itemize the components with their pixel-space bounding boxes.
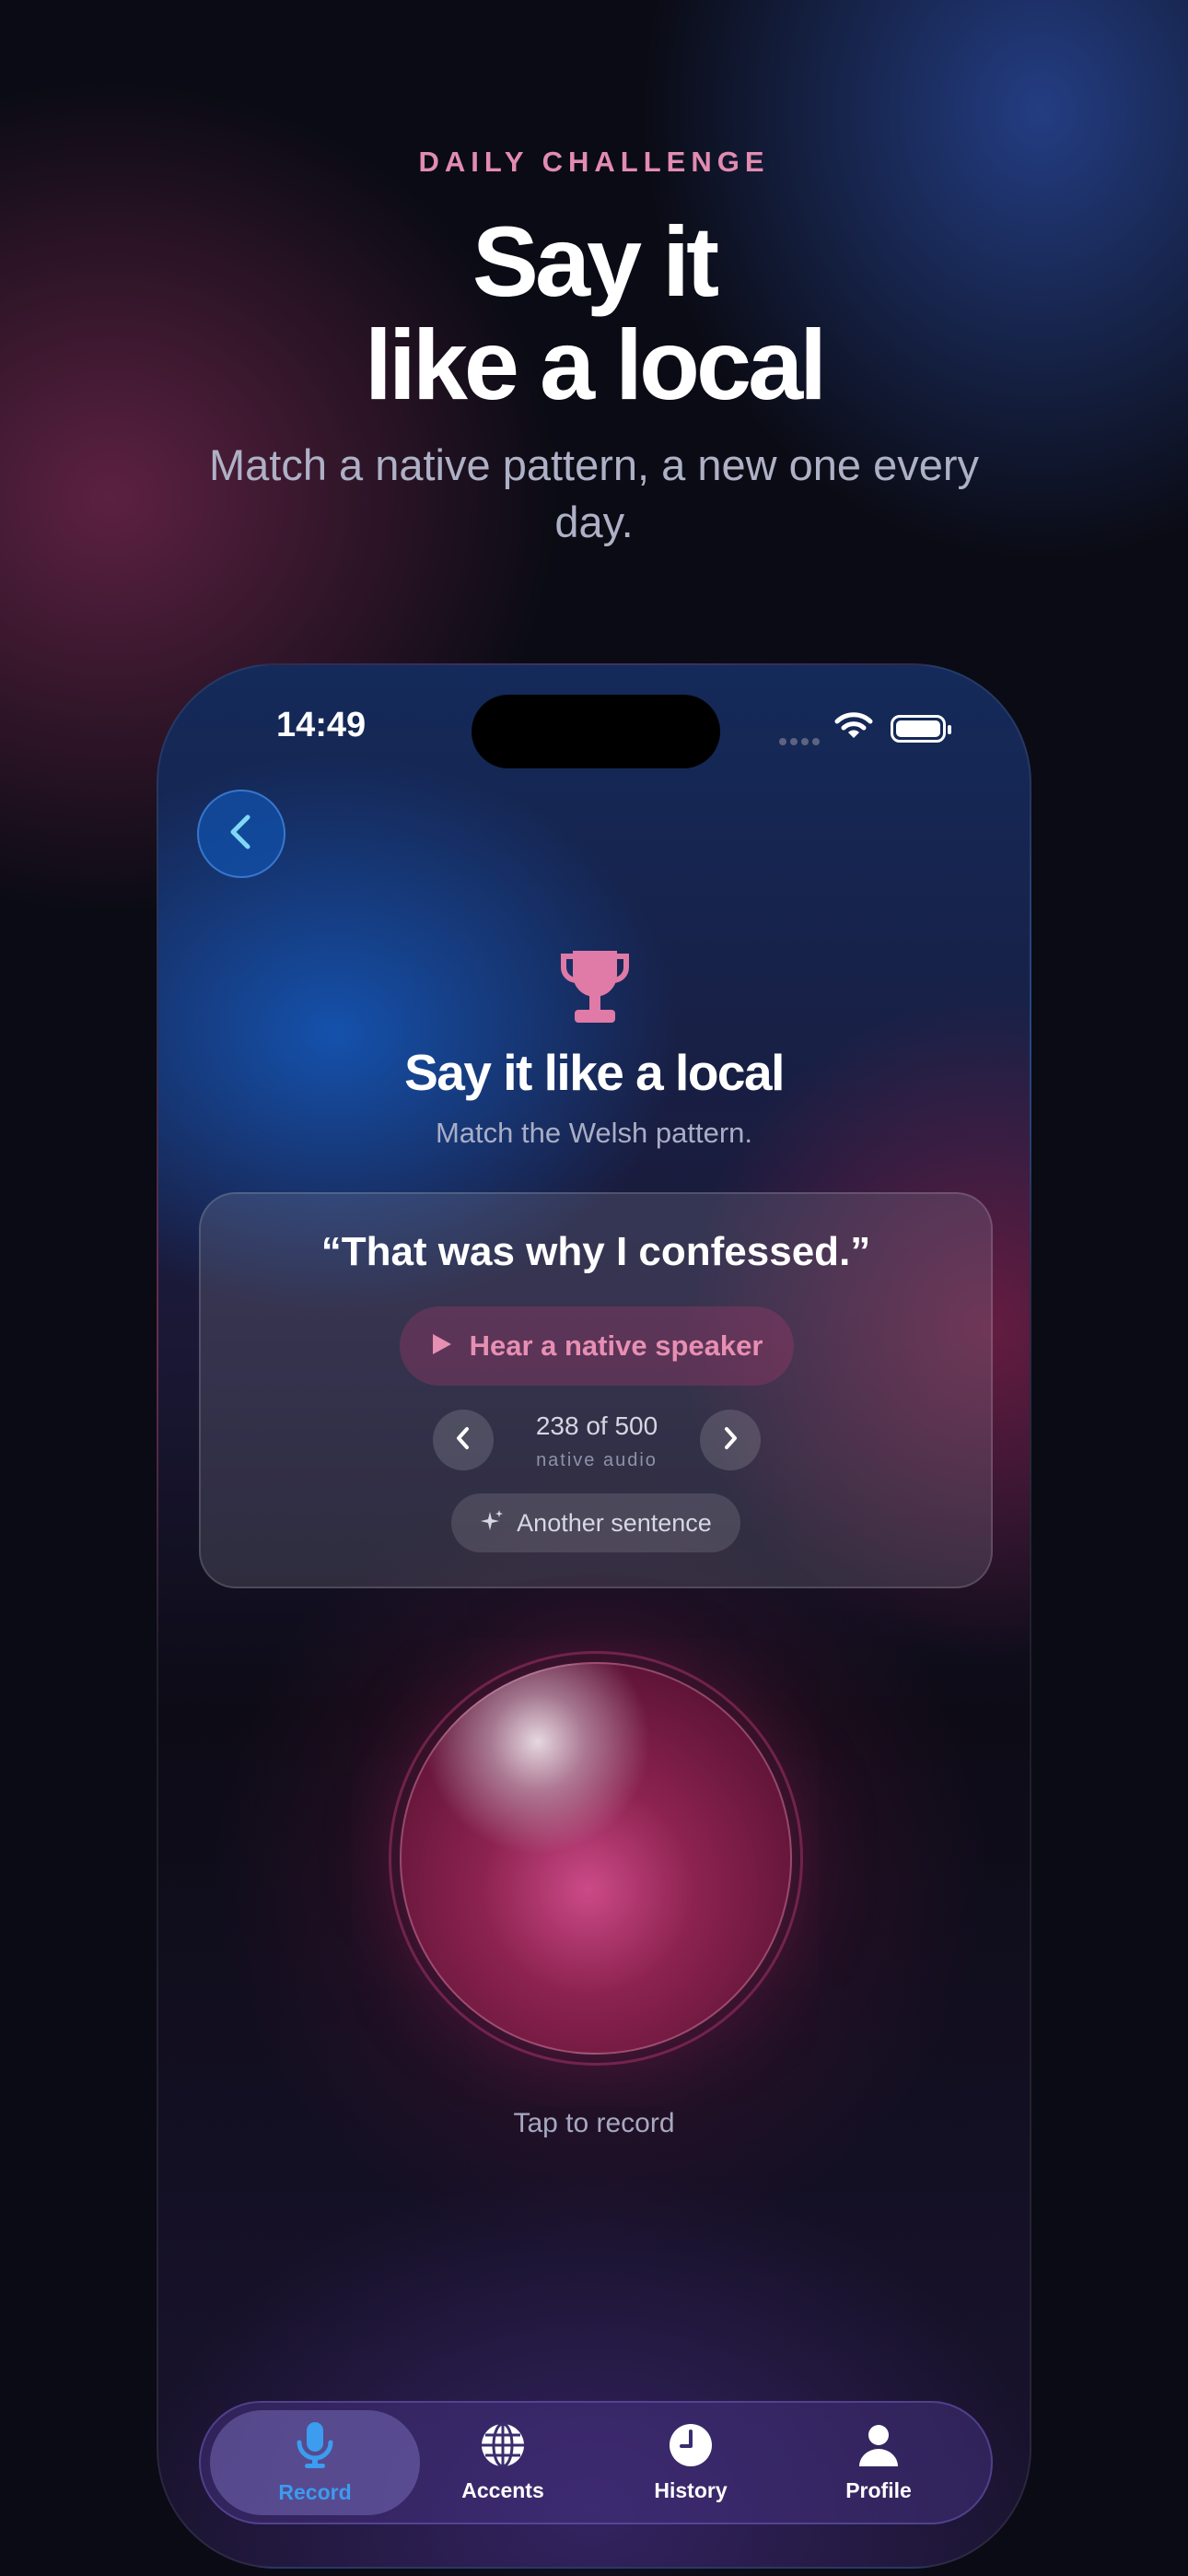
challenge-title: Say it like a local — [404, 1044, 785, 1101]
sentence-card: “That was why I confessed.” Hear a nativ… — [199, 1192, 993, 1588]
globe-icon — [480, 2422, 526, 2473]
clock-icon — [668, 2422, 714, 2473]
person-icon — [856, 2422, 902, 2473]
tab-accents-label: Accents — [461, 2478, 544, 2502]
play-icon — [431, 1332, 453, 1361]
battery-icon — [891, 715, 951, 743]
tap-to-record-label: Tap to record — [513, 2108, 675, 2138]
headline: Say it like a local — [0, 210, 1188, 416]
cellular-signal-icon — [779, 733, 825, 745]
microphone-icon — [295, 2420, 335, 2475]
eyebrow-label: DAILY CHALLENGE — [418, 146, 770, 178]
sentence-text: “That was why I confessed.” — [320, 1229, 871, 1274]
hear-native-speaker-button[interactable]: Hear a native speaker — [400, 1306, 794, 1386]
chevron-left-icon — [454, 1426, 472, 1455]
dynamic-island — [472, 695, 720, 768]
tab-profile[interactable]: Profile — [774, 2410, 984, 2515]
subhead: Match a native pattern, a new one every … — [208, 440, 980, 546]
sentence-counter: 238 of 500 — [535, 1411, 658, 1440]
chevron-left-icon — [226, 814, 257, 855]
headline-line-1: Say it — [472, 205, 719, 317]
wifi-icon — [834, 711, 873, 745]
tab-history[interactable]: History — [586, 2410, 796, 2515]
status-time: 14:49 — [276, 706, 367, 744]
challenge-subtitle: Match the Welsh pattern. — [435, 1117, 753, 1149]
sentence-counter-caption: native audio — [536, 1450, 658, 1470]
next-sentence-button[interactable] — [700, 1410, 761, 1470]
another-sentence-button[interactable]: Another sentence — [451, 1493, 740, 1552]
tab-record[interactable]: Record — [210, 2410, 420, 2515]
back-button[interactable] — [197, 790, 285, 878]
tab-record-label: Record — [278, 2480, 352, 2504]
previous-sentence-button[interactable] — [433, 1410, 494, 1470]
hear-native-speaker-label: Hear a native speaker — [469, 1329, 763, 1362]
trophy-icon — [558, 947, 632, 1031]
tab-accents[interactable]: Accents — [398, 2410, 608, 2515]
record-button[interactable] — [400, 1662, 792, 2055]
tab-history-label: History — [654, 2478, 728, 2502]
tab-profile-label: Profile — [845, 2478, 912, 2502]
headline-line-2: like a local — [364, 309, 827, 420]
another-sentence-label: Another sentence — [517, 1508, 712, 1537]
sparkle-icon — [480, 1509, 504, 1538]
tab-bar: Record Accents History Profile — [199, 2401, 993, 2524]
phone-frame: 14:49 Say it like a local Match the Wels… — [157, 663, 1031, 2569]
chevron-right-icon — [721, 1426, 740, 1455]
